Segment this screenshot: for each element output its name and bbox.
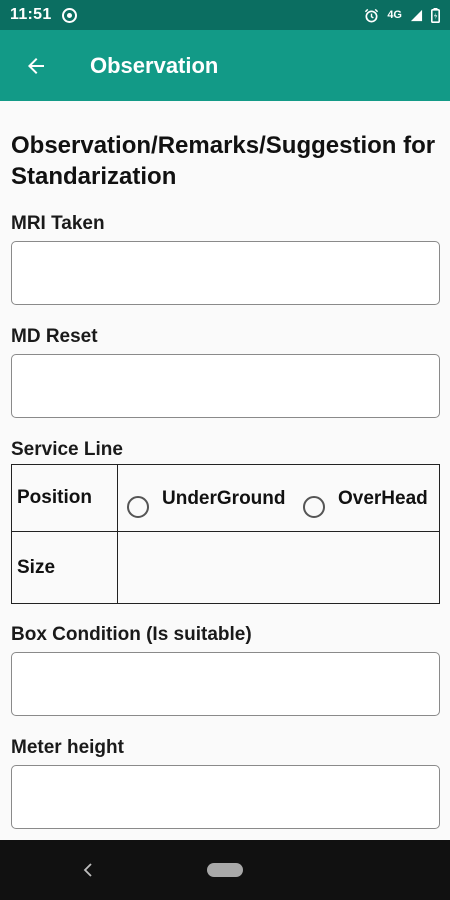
service-line-table: Position UnderGround OverHead Size <box>11 464 440 604</box>
md-reset-label: MD Reset <box>11 326 98 347</box>
size-label: Size <box>11 531 118 604</box>
radio-underground[interactable]: UnderGround <box>127 486 297 518</box>
mri-taken-label: MRI Taken <box>11 213 105 234</box>
navigation-bar <box>0 840 450 900</box>
nav-home-button[interactable] <box>207 863 243 877</box>
radio-overhead-circle[interactable] <box>303 496 325 518</box>
box-condition-label: Box Condition (Is suitable) <box>11 624 252 645</box>
app-notification-icon <box>61 7 77 23</box>
network-type: 4G <box>387 9 402 21</box>
battery-icon <box>431 7 440 23</box>
status-time: 11:51 <box>10 6 52 23</box>
box-condition-input[interactable] <box>11 652 440 716</box>
alarm-icon <box>365 8 379 22</box>
arrow-back-icon <box>28 57 44 74</box>
status-bar: 11:51 4G <box>0 0 450 30</box>
chevron-left-icon <box>83 863 92 877</box>
signal-icon <box>410 9 423 21</box>
position-options-cell: UnderGround OverHead <box>117 464 440 532</box>
size-value-cell[interactable] <box>117 531 440 604</box>
section-title: Observation/Remarks/Suggestion for Stand… <box>11 132 436 190</box>
mri-taken-input[interactable] <box>11 241 440 305</box>
meter-height-label: Meter height <box>11 737 124 758</box>
position-label: Position <box>11 464 118 532</box>
radio-overhead-label: OverHead <box>338 488 428 509</box>
nav-back-button[interactable] <box>78 860 98 880</box>
meter-height-input[interactable] <box>11 765 440 829</box>
back-button[interactable] <box>6 38 66 94</box>
position-radio-group: UnderGround OverHead <box>118 478 439 518</box>
screen-title: Observation <box>90 52 219 78</box>
md-reset-input[interactable] <box>11 354 440 418</box>
form-content: Observation/Remarks/Suggestion for Stand… <box>0 101 450 840</box>
status-icons: 4G <box>364 7 440 23</box>
radio-underground-circle[interactable] <box>127 496 149 518</box>
app-bar: Observation <box>0 30 450 101</box>
radio-underground-label: UnderGround <box>162 488 286 509</box>
service-line-label: Service Line <box>11 439 123 460</box>
radio-overhead[interactable]: OverHead <box>303 486 433 518</box>
